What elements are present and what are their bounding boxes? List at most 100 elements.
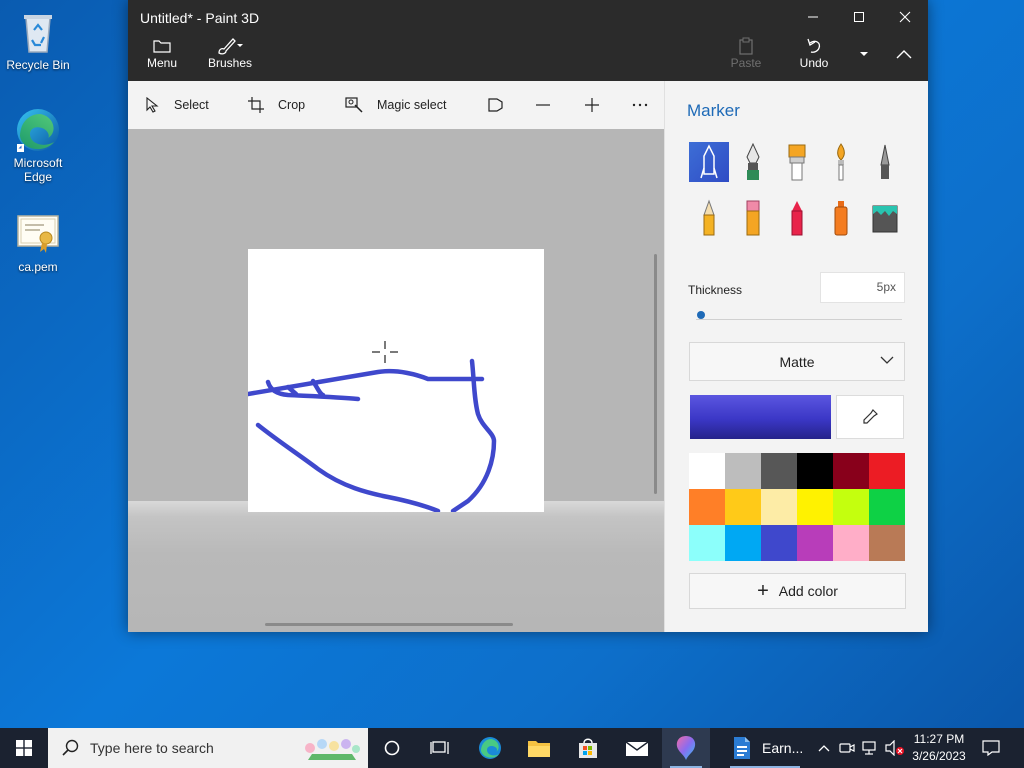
desktop-icon-edge[interactable]: Microsoft Edge (0, 106, 76, 184)
chevron-down-icon (880, 356, 894, 364)
desktop-icon-recycle-bin[interactable]: Recycle Bin (0, 8, 76, 72)
taskbar-search-box[interactable]: Type here to search (48, 728, 368, 768)
color-swatch[interactable] (725, 525, 761, 561)
color-swatch[interactable] (689, 489, 725, 525)
eyedropper-button[interactable] (836, 395, 904, 439)
undo-button[interactable]: Undo (792, 36, 836, 70)
paste-button[interactable]: Paste (722, 36, 770, 70)
brushes-button[interactable]: Brushes (206, 36, 254, 70)
color-swatch[interactable] (869, 525, 905, 561)
menu-button[interactable]: Menu (140, 36, 184, 70)
network-icon (862, 741, 876, 755)
select-tool[interactable]: Select (146, 81, 209, 129)
webcam-icon (839, 743, 855, 753)
taskbar-word-document[interactable]: Earn... (722, 728, 808, 768)
zoom-in-button[interactable] (584, 81, 614, 129)
volume-muted-icon (885, 740, 904, 756)
brush-oil[interactable] (777, 142, 817, 182)
canvas-area[interactable] (128, 129, 664, 632)
undo-history-dropdown[interactable] (852, 46, 876, 60)
magic-select-tool[interactable]: Magic select (345, 81, 446, 129)
mail-icon (625, 741, 649, 756)
desktop-icon-label: Recycle Bin (6, 58, 70, 72)
color-swatch[interactable] (833, 453, 869, 489)
more-options-button[interactable] (632, 81, 662, 129)
color-swatch[interactable] (797, 525, 833, 561)
tray-meet-now[interactable] (836, 728, 858, 768)
start-button[interactable] (0, 728, 48, 768)
color-swatch[interactable] (833, 525, 869, 561)
task-view-button[interactable] (416, 728, 464, 768)
flip-icon (488, 98, 503, 112)
add-color-button[interactable]: + Add color (689, 573, 906, 609)
brush-pencil[interactable] (689, 198, 729, 238)
title-bar[interactable]: Untitled* - Paint 3D Menu Brushes Paste … (128, 0, 928, 81)
color-swatch[interactable] (761, 489, 797, 525)
show-hidden-icons-button[interactable] (812, 728, 836, 768)
flip-tool[interactable] (487, 81, 519, 129)
thickness-slider-thumb[interactable] (697, 311, 705, 319)
drawing-strokes (248, 341, 497, 512)
crop-tool[interactable]: Crop (248, 81, 305, 129)
color-swatch[interactable] (869, 489, 905, 525)
brush-eraser[interactable] (733, 198, 773, 238)
brush-calligraphy-pen[interactable] (733, 142, 773, 182)
brush-fill[interactable] (865, 198, 905, 238)
vertical-scrollbar[interactable] (654, 254, 657, 494)
current-color-swatch[interactable] (690, 395, 831, 439)
taskbar-edge[interactable] (466, 728, 514, 768)
drawing-canvas[interactable] (248, 249, 544, 512)
search-placeholder: Type here to search (90, 740, 214, 756)
maximize-icon (854, 12, 864, 22)
color-swatch[interactable] (869, 453, 905, 489)
color-swatch[interactable] (689, 453, 725, 489)
minimize-button[interactable] (790, 0, 836, 34)
desktop-icon-ca-pem[interactable]: ca.pem (0, 210, 76, 274)
color-swatch[interactable] (797, 489, 833, 525)
minus-icon (536, 104, 550, 106)
crop-label: Crop (278, 98, 306, 112)
color-swatch[interactable] (725, 489, 761, 525)
maximize-button[interactable] (836, 0, 882, 34)
taskbar-store[interactable] (564, 728, 612, 768)
brush-spray-can[interactable] (821, 198, 861, 238)
cortana-button[interactable] (368, 728, 416, 768)
collapse-ribbon-button[interactable] (890, 48, 918, 62)
pixel-pen-icon (880, 144, 890, 179)
taskbar-mail[interactable] (613, 728, 661, 768)
zoom-out-button[interactable] (535, 81, 565, 129)
chevron-up-icon (818, 745, 830, 752)
color-swatch[interactable] (797, 453, 833, 489)
tray-network[interactable] (860, 728, 882, 768)
undo-icon (807, 38, 821, 53)
finish-dropdown[interactable]: Matte (689, 342, 905, 381)
brush-crayon[interactable] (777, 198, 817, 238)
color-swatch[interactable] (689, 525, 725, 561)
brush-marker[interactable] (689, 142, 729, 182)
color-swatch[interactable] (761, 525, 797, 561)
menu-label: Menu (146, 56, 178, 70)
tray-clock[interactable]: 11:27 PM 3/26/2023 (908, 731, 970, 765)
edge-icon (17, 109, 59, 152)
taskbar-file-explorer[interactable] (515, 728, 563, 768)
marker-icon (700, 144, 718, 179)
close-button[interactable] (882, 0, 928, 34)
color-swatch[interactable] (761, 453, 797, 489)
select-arrow-icon (146, 97, 159, 113)
desktop-icon-label: ca.pem (18, 260, 58, 274)
thickness-input[interactable]: 5px (820, 272, 905, 303)
tray-volume[interactable] (884, 728, 906, 768)
brush-pixel-pen[interactable] (865, 142, 905, 182)
notification-center-button[interactable] (970, 728, 1012, 768)
crop-icon (248, 97, 264, 113)
chevron-down-icon (860, 52, 868, 56)
window-title: Untitled* - Paint 3D (140, 10, 260, 26)
search-highlight-icon (305, 739, 360, 760)
color-swatch[interactable] (725, 453, 761, 489)
thickness-slider[interactable] (696, 319, 902, 320)
folder-icon (153, 40, 171, 53)
brush-watercolor[interactable] (821, 142, 861, 182)
horizontal-scrollbar[interactable] (265, 623, 513, 626)
color-swatch[interactable] (833, 489, 869, 525)
taskbar-paint3d[interactable] (662, 728, 710, 768)
